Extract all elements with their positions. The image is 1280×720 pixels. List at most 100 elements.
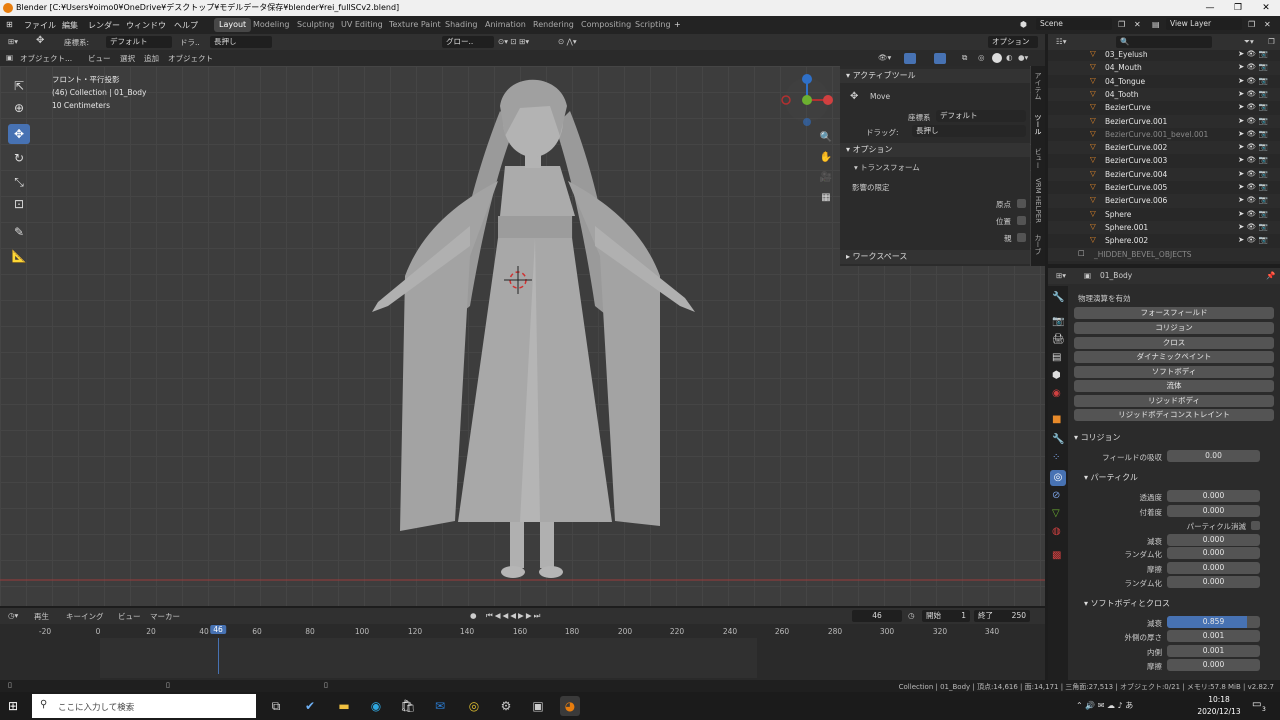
visibility-toggle-icon[interactable]: ➤ 👁 📷 [1238,89,1268,98]
drag-dropdown[interactable]: 長押し [210,36,272,48]
windows-start-icon[interactable]: ⊞ [8,699,18,713]
new-view-layer-icon[interactable]: ❐ [1248,20,1255,29]
tab-uv-editing[interactable]: UV Editing [336,18,388,32]
new-scene-icon[interactable]: ❐ [1118,20,1125,29]
damping-field[interactable]: 0.000 [1167,534,1260,546]
snap-icon[interactable]: ⊙▾ ⊡ ⊞▾ [498,37,529,46]
system-tray-icons[interactable]: ⌃ 🔊 ✉ ☁ ♪ あ [1076,700,1133,711]
particles-icon[interactable]: ⁘ [1052,452,1060,463]
gizmo-x-icon[interactable] [823,95,833,105]
soft-body-button[interactable]: ソフトボディ [1074,366,1274,378]
cloth-button[interactable]: クロス [1074,337,1274,349]
visibility-toggle-icon[interactable]: ➤ 👁 📷 [1238,76,1268,85]
constraints-icon[interactable]: ⊘ [1052,490,1060,501]
texture-icon[interactable]: ▩ [1052,550,1061,561]
end-frame-field[interactable]: 終了 250 [974,610,1030,622]
menu-edit[interactable]: 編集 [62,20,78,31]
visibility-toggle-icon[interactable]: ➤ 👁 📷 [1238,49,1268,58]
collision-button[interactable]: コリジョン [1074,322,1274,334]
visibility-toggle-icon[interactable]: ➤ 👁 📷 [1238,102,1268,111]
menu-view[interactable]: ビュー [88,53,111,64]
start-frame-field[interactable]: 開始 1 [922,610,970,622]
outliner-row[interactable]: ▽ BezierCurve.001_bevel.001 ➤ 👁 📷 [1048,128,1280,141]
pan-hand-icon[interactable]: ✋ [818,150,834,166]
tool-settings-icon[interactable]: 🔧 [1052,292,1064,303]
force-field-button[interactable]: フォースフィールド [1074,307,1274,319]
outliner-row[interactable]: ▽ BezierCurve.002 ➤ 👁 📷 [1048,141,1280,155]
edge-icon[interactable]: ◉ [366,696,386,716]
new-collection-icon[interactable]: ❐ [1268,37,1275,46]
mesh-data-icon[interactable]: ▽ [1052,508,1060,519]
menu-object[interactable]: オブジェクト [168,53,213,64]
perspective-grid-icon[interactable]: ▦ [818,190,834,206]
editor-type-icon[interactable]: ⊞▾ [1056,271,1066,280]
timeline-ruler[interactable]: -20 0 20 40 46 60 80 100 120 140 160 180… [0,624,1045,638]
output-icon[interactable]: 🖨 [1052,334,1065,345]
dynamic-paint-button[interactable]: ダイナミックペイント [1074,351,1274,363]
sb-damping-slider[interactable]: 0.859 [1167,616,1260,628]
visibility-toggle-icon[interactable]: ➤ 👁 📷 [1238,209,1268,218]
visibility-toggle-icon[interactable]: ➤ 👁 📷 [1238,182,1268,191]
tab-animation[interactable]: Animation [480,18,531,32]
delete-scene-icon[interactable]: ✕ [1134,20,1141,29]
gizmo-z-icon[interactable] [802,74,812,84]
gizmo-y-icon[interactable] [802,95,812,105]
object-icon[interactable]: ■ [1052,414,1061,425]
menu-select[interactable]: 選択 [120,53,135,64]
outliner-row[interactable]: ▽ BezierCurve.006 ➤ 👁 📷 [1048,194,1280,208]
delete-view-layer-icon[interactable]: ✕ [1264,20,1271,29]
material-icon[interactable]: ◍ [1052,526,1061,537]
outliner-row[interactable]: ▽ Sphere.002 ➤ 👁 📷 [1048,234,1280,247]
xray-icon[interactable]: ⧉ [962,53,967,63]
pin-icon[interactable]: 📌 [1266,271,1275,280]
tab-sculpting[interactable]: Sculpting [292,18,339,32]
field-absorption-field[interactable]: 0.00 [1167,450,1260,462]
transform-header[interactable]: ▾ トランスフォーム [854,162,920,173]
visibility-toggle-icon[interactable]: ➤ 👁 📷 [1238,195,1268,204]
outliner-row[interactable]: ▽ BezierCurve ➤ 👁 📷 [1048,101,1280,114]
view-layer-selector[interactable]: View Layer [1166,18,1242,30]
visibility-toggle-icon[interactable]: ➤ 👁 📷 [1238,116,1268,125]
taskbar-search-box[interactable]: ⚲ ここに入力して検索 [32,694,256,718]
clock-icon[interactable]: ◷▾ [8,611,18,620]
tab-modeling[interactable]: Modeling [248,18,294,32]
editor-type-icon[interactable]: ⊞▾ [8,37,18,46]
outliner-row[interactable]: ▽ BezierCurve.004 ➤ 👁 📷 [1048,167,1280,181]
menu-render[interactable]: レンダー [88,20,120,31]
blender-taskbar-icon[interactable]: ◕ [560,696,580,716]
menu-file[interactable]: ファイル [24,20,56,31]
task-view-icon[interactable]: ⧉ [266,696,286,716]
outliner-search[interactable]: 🔍 [1116,36,1212,48]
menu-add[interactable]: 追加 [144,53,159,64]
options-header[interactable]: ▾ オプション [840,143,1030,157]
stickiness-field[interactable]: 0.000 [1167,505,1260,517]
scene-selector[interactable]: Scene [1036,18,1112,30]
options-dropdown[interactable]: オプション [988,36,1038,48]
proportional-edit-icon[interactable]: ⊙ ⋀▾ [558,37,577,46]
display-mode-icon[interactable]: ☷▾ [1056,37,1067,46]
outliner-row[interactable]: ▽ 04_Tooth ➤ 👁 📷 [1048,87,1280,102]
outliner-row[interactable]: ▽ Sphere ➤ 👁 📷 [1048,208,1280,221]
coord-dropdown[interactable]: デフォルト [936,110,1026,122]
tab-compositing[interactable]: Compositing [576,18,636,32]
outliner-row[interactable]: ▽ BezierCurve.005 ➤ 👁 📷 [1048,181,1280,194]
gizmo-toggle-icon[interactable] [904,53,916,64]
render-shading-icon[interactable]: ●▾ [1018,53,1028,62]
record-icon[interactable]: ● [470,611,477,620]
inner-field[interactable]: 0.001 [1167,645,1260,657]
notification-icon[interactable]: ▭ [1252,699,1261,710]
visibility-toggle-icon[interactable]: ➤ 👁 📷 [1238,235,1268,244]
tab-vrm-helper[interactable]: VRM HELPER [1032,178,1044,223]
clock-time[interactable]: 10:18 [1196,695,1242,704]
modifier-wrench-icon[interactable]: 🔧 [1052,434,1064,445]
visibility-toggle-icon[interactable]: ➤ 👁 📷 [1238,169,1268,178]
friction-field[interactable]: 0.000 [1167,562,1260,574]
kill-particles-checkbox[interactable] [1251,521,1260,530]
mail-icon[interactable]: ✉ [430,696,450,716]
randomize2-field[interactable]: 0.000 [1167,576,1260,588]
tab-rendering[interactable]: Rendering [528,18,579,32]
store-icon[interactable]: 🛍 [398,696,418,716]
move-tool-icon[interactable]: ✥ [36,35,44,46]
outliner-row[interactable]: ▽ BezierCurve.001 ➤ 👁 📷 [1048,114,1280,128]
tab-tool[interactable]: ツール [1032,114,1044,135]
